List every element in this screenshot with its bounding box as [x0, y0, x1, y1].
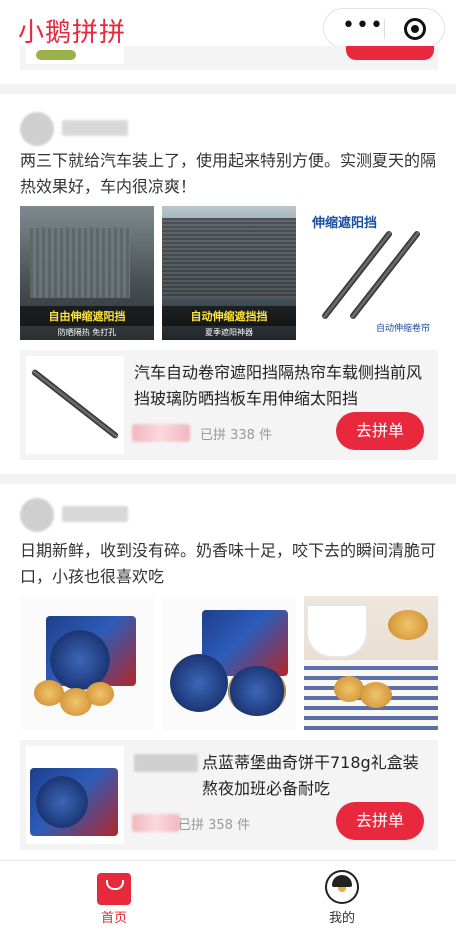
cookie-tin-lid-image	[36, 776, 88, 828]
review-photo-1[interactable]: 自由伸缩遮阳挡 防晒隔热 免打孔	[20, 206, 154, 340]
username-blurred	[62, 120, 128, 136]
cookie-tin-lid-image	[50, 630, 110, 690]
product-card[interactable]: 汽车自动卷帘遮阳挡隔热帘车载侧挡前风挡玻璃防晒挡板车用伸缩太阳挡 已拼 338 …	[20, 350, 438, 460]
product-thumbnail[interactable]	[26, 746, 124, 844]
mini-program-capsule: •••	[323, 8, 445, 48]
app-title: 小鹅拼拼	[18, 18, 127, 48]
username-blurred	[62, 506, 128, 522]
photo-subcaption: 防晒隔热 免打孔	[57, 328, 117, 337]
cookie-image	[360, 682, 392, 708]
tea-cup-image	[308, 606, 366, 656]
shopping-bag-icon	[97, 873, 131, 905]
section-divider	[0, 474, 456, 484]
product-name: 点蓝蒂堡曲奇饼干718g礼盒装 熬夜加班必备耐吃	[202, 753, 419, 798]
review-photo-2[interactable]: 自动伸缩遮挡挡 夏季遮阳神器	[162, 206, 296, 340]
tab-home[interactable]: 首页	[0, 861, 228, 930]
target-circle-icon[interactable]	[404, 18, 426, 40]
cookie-tin-lid-image	[228, 666, 286, 716]
photo-caption: 自由伸缩遮阳挡	[20, 306, 154, 326]
avatar[interactable]	[20, 498, 54, 532]
tab-home-label: 首页	[100, 911, 127, 926]
review-photo-3[interactable]: 伸缩遮阳挡 自动伸缩卷帘	[304, 206, 438, 340]
more-dots-icon[interactable]: •••	[342, 15, 383, 37]
cookie-tin-lid-image	[170, 654, 228, 712]
product-thumbnail[interactable]	[26, 356, 124, 454]
review-photo-2[interactable]	[162, 596, 296, 730]
product-name-blurred	[134, 754, 198, 772]
avatar[interactable]	[20, 112, 54, 146]
group-buy-button[interactable]: 去拼单	[336, 802, 424, 840]
tab-mine-label: 我的	[328, 911, 355, 926]
penguin-avatar-icon	[325, 870, 359, 904]
review-photo-3[interactable]	[304, 596, 438, 730]
photo-caption: 自动伸缩遮挡挡	[162, 306, 296, 326]
section-divider	[0, 84, 456, 94]
review-post: 两三下就给汽车装上了，使用起来特别方便。实测夏天的隔热效果好，车内很凉爽！ 自由…	[0, 94, 456, 470]
bottom-tab-bar: 首页 我的	[0, 860, 456, 930]
sunshade-roll-image	[30, 368, 120, 440]
review-text: 日期新鲜，收到没有碎。奶香味十足，咬下去的瞬间清脆可口，小孩也很喜欢吃	[20, 541, 437, 586]
cookie-image	[388, 610, 428, 640]
review-post: 日期新鲜，收到没有碎。奶香味十足，咬下去的瞬间清脆可口，小孩也很喜欢吃 点蓝蒂堡…	[0, 484, 456, 854]
review-photo-1[interactable]	[20, 596, 154, 730]
tab-mine[interactable]: 我的	[228, 861, 456, 930]
previous-product-thumb	[26, 46, 124, 64]
group-buy-button[interactable]: 去拼单	[336, 412, 424, 450]
photo-top-caption: 伸缩遮阳挡	[312, 216, 378, 231]
previous-buy-button[interactable]	[346, 46, 434, 60]
capsule-divider	[384, 19, 385, 39]
product-card[interactable]: 点蓝蒂堡曲奇饼干718g礼盒装 熬夜加班必备耐吃 已拼 358 件 去拼单	[20, 740, 438, 850]
product-name: 汽车自动卷帘遮阳挡隔热帘车载侧挡前风挡玻璃防晒挡板车用伸缩太阳挡	[134, 363, 423, 408]
photo-bottom-caption: 自动伸缩卷帘	[375, 324, 430, 334]
previous-product-card[interactable]	[20, 46, 438, 70]
joined-count: 已拼 338 件	[200, 428, 273, 443]
cookie-image	[86, 682, 114, 706]
review-text: 两三下就给汽车装上了，使用起来特别方便。实测夏天的隔热效果好，车内很凉爽！	[20, 151, 437, 196]
joined-count: 已拼 358 件	[178, 818, 251, 833]
photo-subcaption: 夏季遮阳神器	[205, 328, 253, 337]
price-blurred	[132, 814, 180, 832]
price-blurred	[132, 424, 190, 442]
